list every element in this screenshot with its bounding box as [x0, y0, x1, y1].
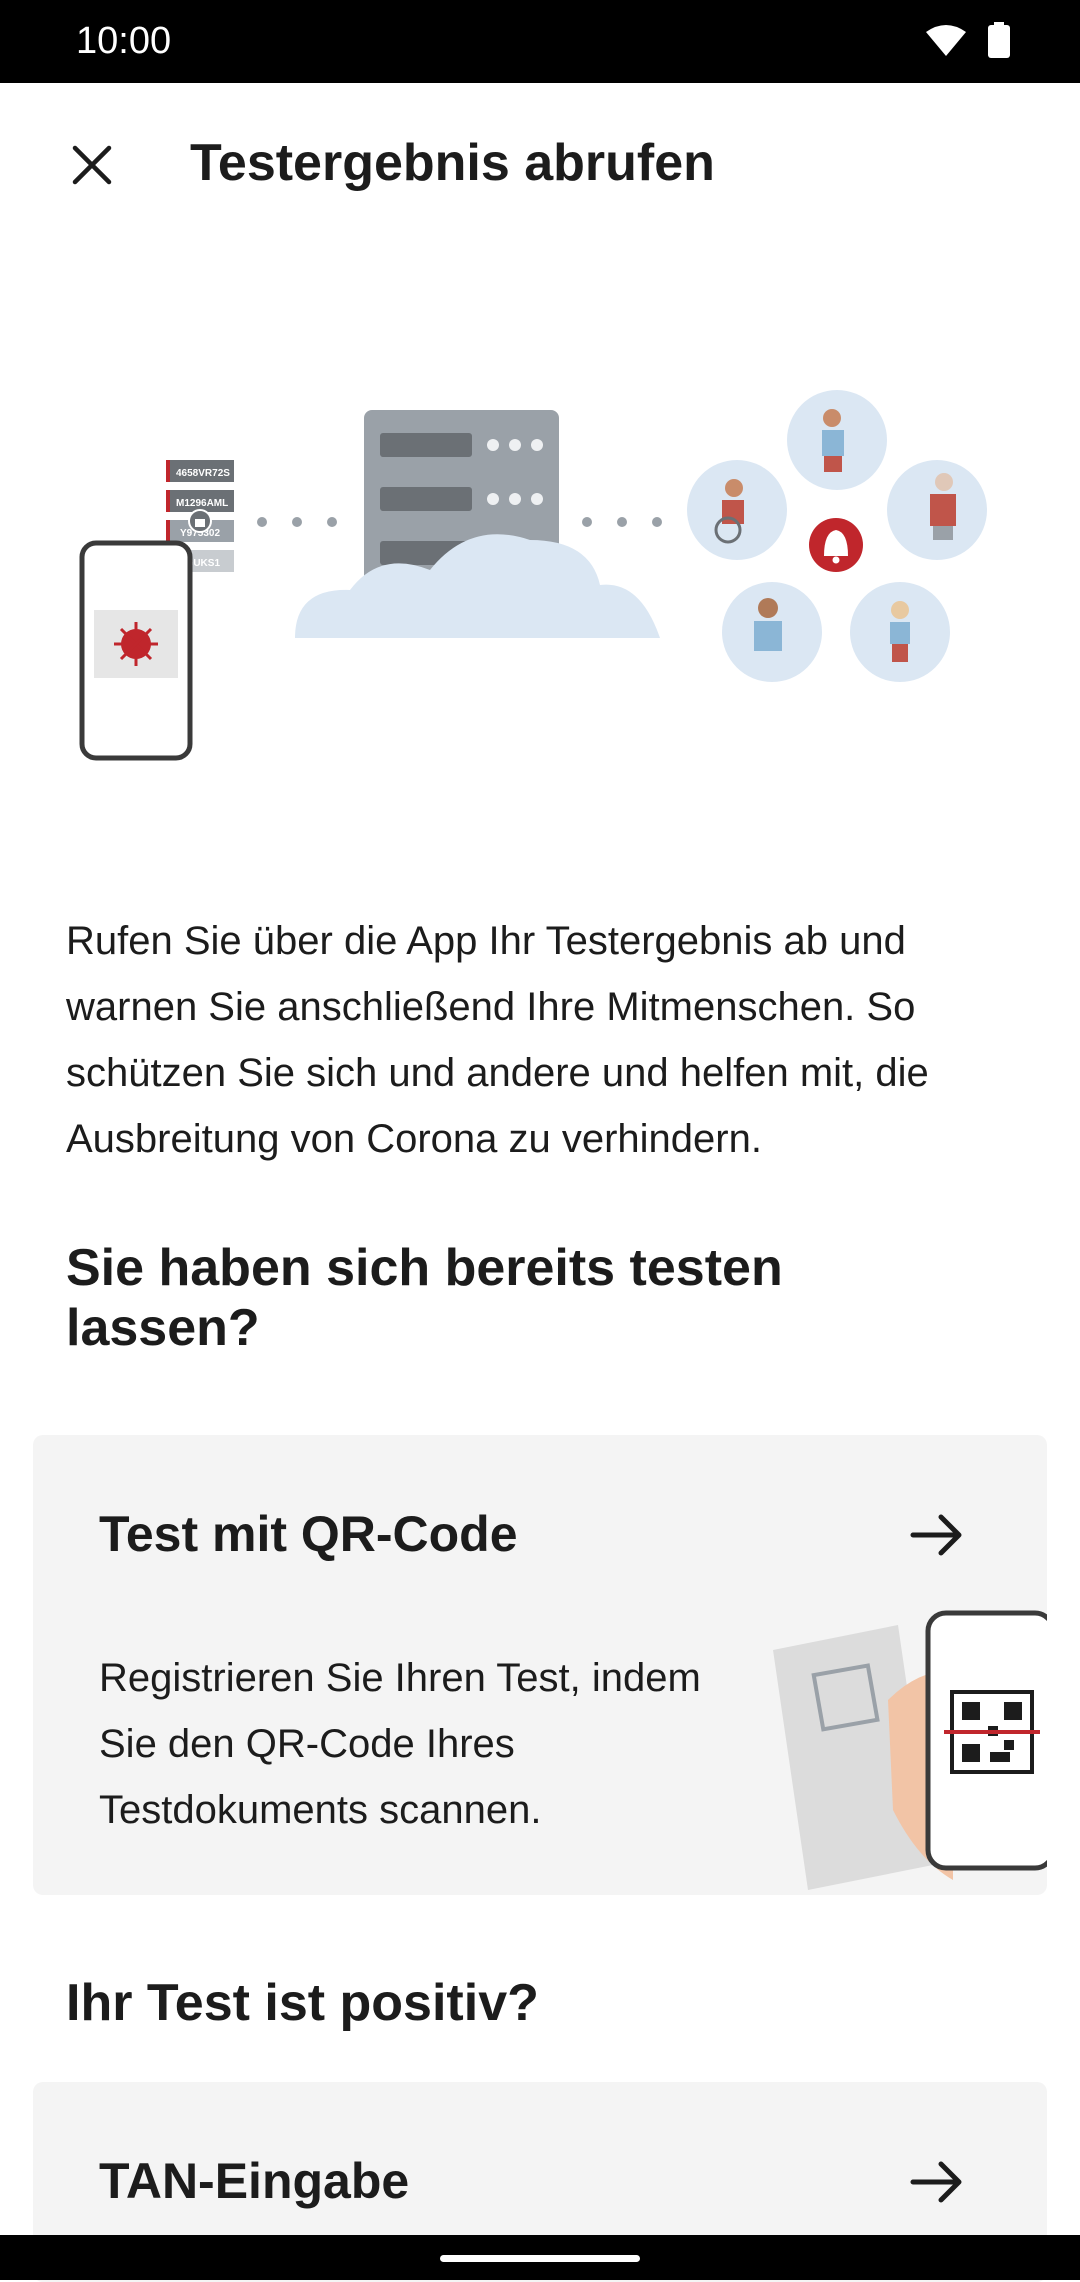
code-label: M1296AML — [176, 498, 228, 509]
qr-card-description: Registrieren Sie Ihren Test, indem Sie d… — [99, 1656, 701, 1832]
status-time: 10:00 — [76, 20, 172, 62]
status-bar: 10:00 — [0, 0, 1080, 83]
qr-scan-illustration — [773, 1610, 1047, 1890]
wifi-icon — [926, 25, 966, 56]
phone-graphic — [79, 540, 193, 761]
navigation-bar — [0, 2235, 1080, 2280]
close-button[interactable] — [52, 125, 132, 205]
home-handle[interactable] — [440, 2255, 640, 2262]
battery-icon — [988, 22, 1010, 58]
qr-card-title: Test mit QR-Code — [99, 1506, 518, 1562]
section-heading-tested: Sie haben sich bereits testen lassen? — [66, 1239, 783, 1357]
page-title: Testergebnis abrufen — [190, 134, 715, 192]
cloud-graphic — [295, 534, 660, 638]
close-icon — [72, 145, 112, 185]
status-icons — [926, 22, 1010, 58]
code-label: 4658VR72S — [176, 468, 230, 479]
arrow-right-icon — [910, 1514, 962, 1556]
section-heading-positive: Ihr Test ist positiv? — [66, 1974, 539, 2032]
arrow-right-icon — [910, 2161, 962, 2203]
qr-code-card[interactable]: Test mit QR-Code Registrieren Sie Ihren … — [33, 1435, 1047, 1895]
app-bar: Testergebnis abrufen — [0, 83, 1080, 243]
tan-card-title: TAN-Eingabe — [99, 2153, 410, 2209]
intro-text: Rufen Sie über die App Ihr Testergebnis … — [66, 919, 929, 1161]
bell-icon — [809, 518, 863, 572]
test-result-illustration: 4658VR72S M1296AML Y975302 4GUKS1 — [79, 390, 987, 761]
